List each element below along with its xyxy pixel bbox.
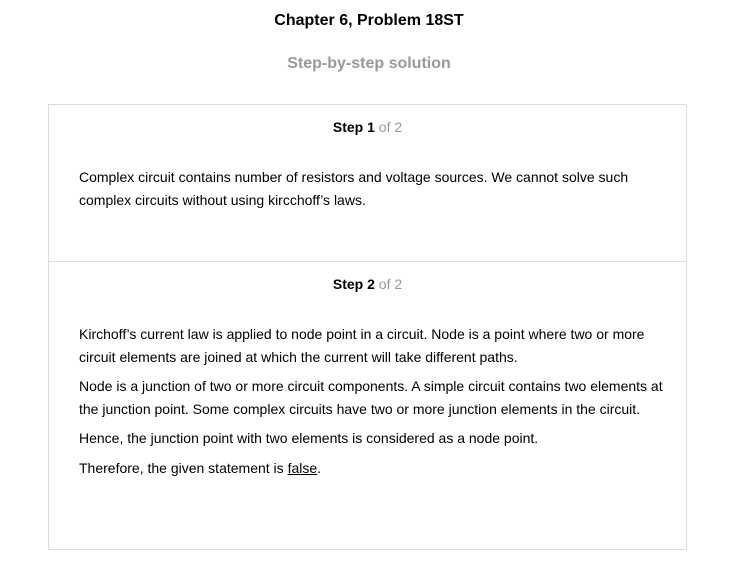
step-1-word: Step — [332, 119, 364, 135]
step-2-of-total: of 2 — [378, 276, 403, 292]
step-1-of-total: of 2 — [378, 119, 403, 135]
page-title: Chapter 6, Problem 18ST — [274, 12, 464, 29]
step-1-header: Step 1 of 2 — [49, 119, 686, 135]
step-2-paragraph-kcl: Kirchoff’s current law is applied to nod… — [79, 326, 645, 365]
step-1-paragraph: Complex circuit contains number of resis… — [79, 169, 629, 208]
step-1-section: Step 1 of 2 Complex circuit contains num… — [49, 105, 686, 262]
step-2-number: 2 — [367, 276, 375, 292]
solution-box: Step 1 of 2 Complex circuit contains num… — [48, 104, 687, 550]
step-2-word: Step — [332, 276, 364, 292]
step-2-paragraph-hence: Hence, the junction point with two eleme… — [79, 430, 539, 446]
step-2-body: Kirchoff’s current law is applied to nod… — [79, 323, 665, 486]
solution-subtitle: Step-by-step solution — [287, 55, 451, 72]
conclusion-suffix: . — [317, 459, 322, 476]
step-2-conclusion: Therefore, the given statement is false. — [79, 457, 665, 480]
step-2-section: Step 2 of 2 Kirchoff’s current law is ap… — [49, 262, 686, 550]
step-2-header: Step 2 of 2 — [49, 276, 686, 292]
step-2-paragraph-node: Node is a junction of two or more circui… — [79, 378, 663, 417]
final-answer: false — [287, 459, 318, 476]
step-1-number: 1 — [367, 119, 375, 135]
step-1-body: Complex circuit contains number of resis… — [79, 166, 665, 218]
conclusion-prefix: Therefore, the given statement is — [79, 459, 288, 476]
